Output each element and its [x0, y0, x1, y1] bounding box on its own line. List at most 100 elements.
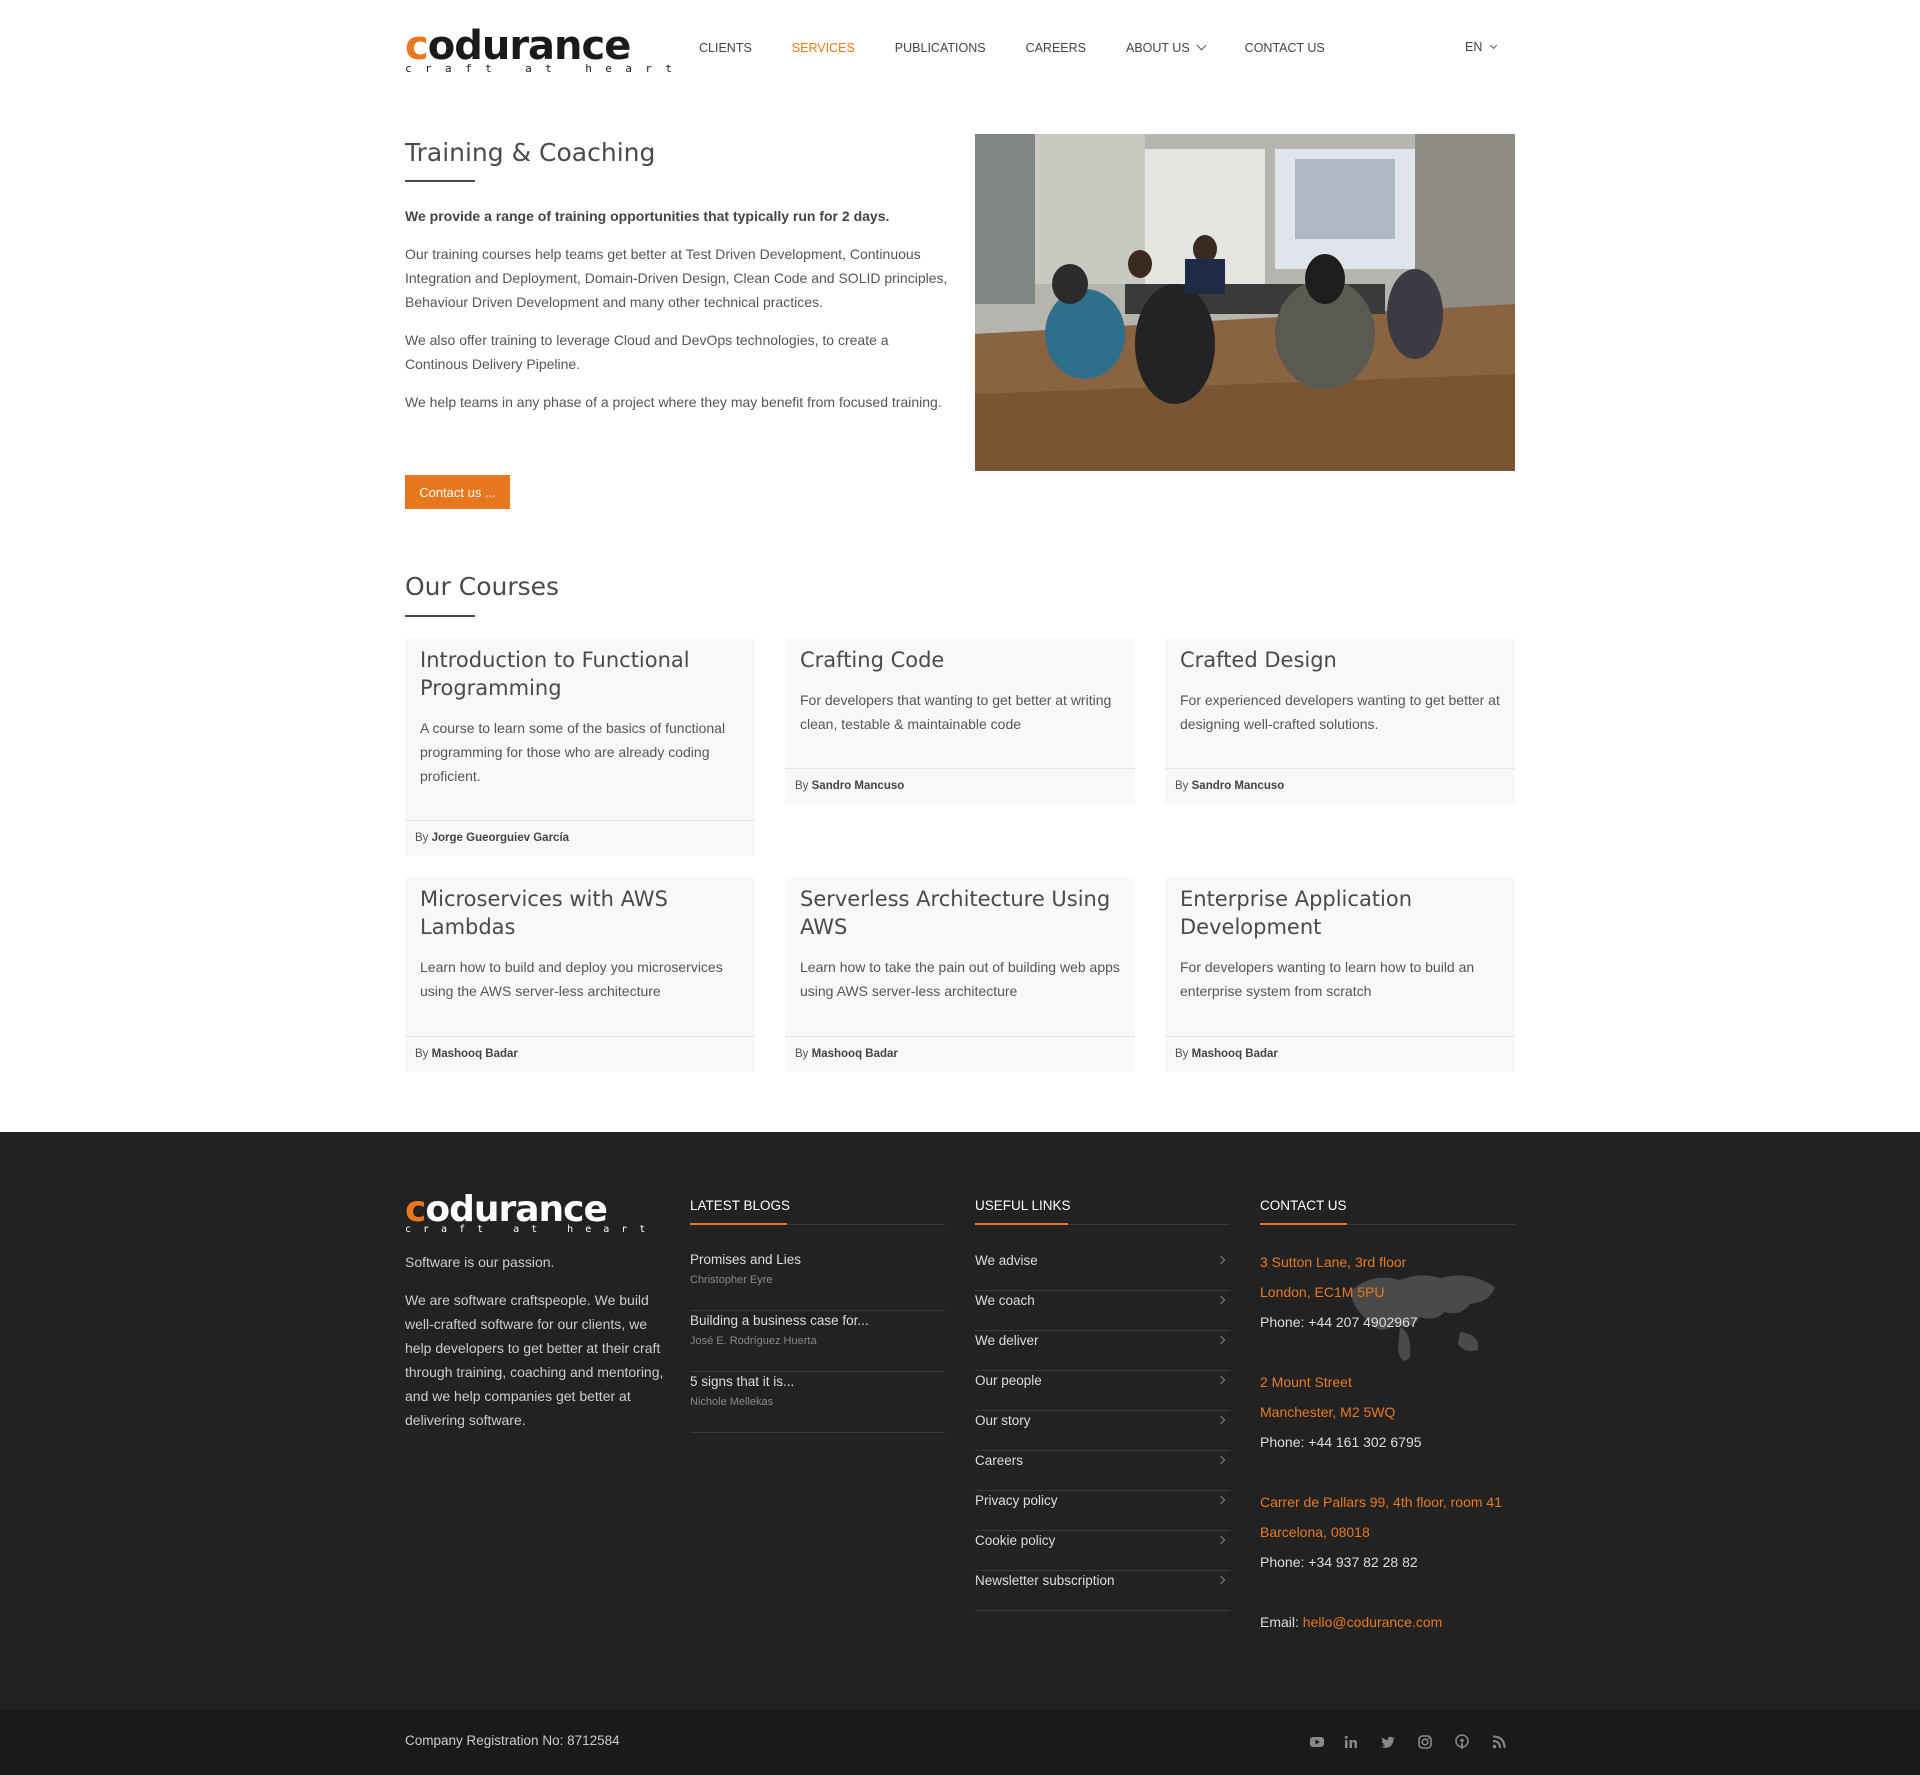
course-author: By Sandro Mancuso: [1165, 768, 1515, 804]
footer-link-privacy-policy[interactable]: Privacy policy: [975, 1491, 1230, 1531]
course-card[interactable]: Enterprise Application Development For d…: [1165, 877, 1515, 1072]
footer-link-newsletter[interactable]: Newsletter subscription: [975, 1571, 1230, 1611]
nav-clients[interactable]: CLIENTS: [699, 41, 752, 55]
footer-link-our-people[interactable]: Our people: [975, 1371, 1230, 1411]
nav-about-us[interactable]: ABOUT US: [1126, 40, 1207, 55]
course-title[interactable]: Crafting Code: [800, 646, 1120, 674]
company-registration: Company Registration No: 8712584: [405, 1733, 620, 1748]
course-card[interactable]: Serverless Architecture Using AWS Learn …: [785, 877, 1135, 1072]
chevron-right-icon: [1216, 1455, 1226, 1465]
nav-contact-us[interactable]: CONTACT US: [1245, 41, 1325, 55]
chevron-right-icon: [1216, 1535, 1226, 1545]
twitter-icon[interactable]: [1379, 1733, 1397, 1751]
nav-careers[interactable]: CAREERS: [1026, 41, 1086, 55]
chevron-right-icon: [1216, 1255, 1226, 1265]
useful-links-heading: USEFUL LINKS: [975, 1198, 1071, 1213]
chevron-right-icon: [1216, 1495, 1226, 1505]
course-description: Learn how to build and deploy you micros…: [420, 959, 723, 999]
office-address[interactable]: Carrer de Pallars 99, 4th floor, room 41: [1260, 1487, 1530, 1517]
main-nav: CLIENTS SERVICES PUBLICATIONS CAREERS AB…: [699, 40, 1365, 55]
language-selector[interactable]: EN: [1465, 40, 1498, 54]
course-title[interactable]: Microservices with AWS Lambdas: [420, 885, 740, 941]
chevron-right-icon: [1216, 1335, 1226, 1345]
email-link[interactable]: hello@codurance.com: [1303, 1614, 1443, 1630]
course-card[interactable]: Introduction to Functional Programming A…: [405, 638, 755, 856]
intro-lead: We provide a range of training opportuni…: [405, 208, 890, 224]
footer: [0, 1132, 1920, 1710]
office-address[interactable]: London, EC1M 5PU: [1260, 1277, 1530, 1307]
language-label: EN: [1465, 40, 1483, 54]
office-address[interactable]: Manchester, M2 5WQ: [1260, 1397, 1530, 1427]
logo-wordmark: codurance: [405, 1189, 608, 1230]
blog-title[interactable]: Building a business case for...: [690, 1311, 945, 1331]
blog-author: Nichole Mellekas: [690, 1396, 774, 1408]
chevron-down-icon: [1490, 41, 1498, 50]
course-author: By Jorge Gueorguiev García: [405, 820, 755, 856]
latest-blogs-heading: LATEST BLOGS: [690, 1198, 791, 1213]
course-title[interactable]: Introduction to Functional Programming: [420, 646, 740, 702]
email-label: Email:: [1260, 1614, 1299, 1630]
footer-tagline: Software is our passion.: [405, 1254, 555, 1270]
course-title[interactable]: Crafted Design: [1180, 646, 1500, 674]
chevron-right-icon: [1216, 1575, 1226, 1585]
chevron-right-icon: [1216, 1295, 1226, 1305]
office-address[interactable]: 2 Mount Street: [1260, 1367, 1530, 1397]
logo[interactable]: codurance craft at heart: [405, 23, 672, 75]
rss-icon[interactable]: [1490, 1733, 1508, 1751]
course-card[interactable]: Microservices with AWS Lambdas Learn how…: [405, 877, 755, 1072]
footer-link-cookie-policy[interactable]: Cookie policy: [975, 1531, 1230, 1571]
chevron-right-icon: [1216, 1415, 1226, 1425]
office-london: 3 Sutton Lane, 3rd floor London, EC1M 5P…: [1260, 1247, 1530, 1337]
title-underline: [405, 180, 475, 182]
course-card[interactable]: Crafted Design For experienced developer…: [1165, 638, 1515, 804]
blog-item[interactable]: Building a business case for... José E. …: [690, 1311, 945, 1372]
course-card[interactable]: Crafting Code For developers that wantin…: [785, 638, 1135, 804]
logo-wordmark: codurance: [405, 23, 631, 69]
office-address[interactable]: Barcelona, 08018: [1260, 1517, 1530, 1547]
youtube-icon[interactable]: [1308, 1733, 1326, 1751]
footer-about: Software is our passion. We are software…: [405, 1250, 665, 1446]
blog-item[interactable]: 5 signs that it is... Nichole Mellekas: [690, 1372, 945, 1433]
course-title[interactable]: Enterprise Application Development: [1180, 885, 1500, 941]
podcast-icon[interactable]: [1453, 1733, 1471, 1751]
footer-link-we-coach[interactable]: We coach: [975, 1291, 1230, 1331]
instagram-icon[interactable]: [1416, 1733, 1434, 1751]
blog-title[interactable]: Promises and Lies: [690, 1250, 945, 1270]
footer-link-we-advise[interactable]: We advise: [975, 1251, 1230, 1291]
contact-us-button[interactable]: Contact us ...: [405, 475, 510, 509]
linkedin-icon[interactable]: [1342, 1733, 1360, 1751]
intro-text: We provide a range of training opportuni…: [405, 204, 950, 428]
course-author: By Sandro Mancuso: [785, 768, 1135, 804]
contact-email: Email: hello@codurance.com: [1260, 1607, 1530, 1637]
footer-link-our-story[interactable]: Our story: [975, 1411, 1230, 1451]
page-title: Training & Coaching: [405, 138, 656, 167]
course-description: Learn how to take the pain out of buildi…: [800, 959, 1120, 999]
heading-accent: [975, 1223, 1068, 1225]
office-manchester: 2 Mount Street Manchester, M2 5WQ Phone:…: [1260, 1367, 1530, 1457]
course-description: For experienced developers wanting to ge…: [1180, 692, 1500, 732]
office-phone: Phone: +44 161 302 6795: [1260, 1434, 1422, 1450]
blog-item[interactable]: Promises and Lies Christopher Eyre: [690, 1250, 945, 1311]
blog-author: Christopher Eyre: [690, 1274, 773, 1286]
footer-about-text: We are software craftspeople. We build w…: [405, 1292, 664, 1428]
course-author: By Mashooq Badar: [785, 1036, 1135, 1072]
contact-heading: CONTACT US: [1260, 1198, 1347, 1213]
office-address[interactable]: 3 Sutton Lane, 3rd floor: [1260, 1247, 1530, 1277]
course-description: For developers that wanting to get bette…: [800, 692, 1112, 732]
footer-link-we-deliver[interactable]: We deliver: [975, 1331, 1230, 1371]
office-phone: Phone: +34 937 82 28 82: [1260, 1554, 1418, 1570]
courses-title: Our Courses: [405, 572, 560, 601]
nav-publications[interactable]: PUBLICATIONS: [895, 41, 986, 55]
intro-paragraph: Our training courses help teams get bett…: [405, 246, 948, 310]
office-phone: Phone: +44 207 4902967: [1260, 1314, 1418, 1330]
course-title[interactable]: Serverless Architecture Using AWS: [800, 885, 1120, 941]
office-barcelona: Carrer de Pallars 99, 4th floor, room 41…: [1260, 1487, 1530, 1577]
heading-accent: [1260, 1223, 1347, 1225]
course-author: By Mashooq Badar: [405, 1036, 755, 1072]
nav-services[interactable]: SERVICES: [792, 41, 855, 55]
course-description: For developers wanting to learn how to b…: [1180, 959, 1475, 999]
footer-logo[interactable]: codurance craft at heart: [405, 1189, 645, 1236]
footer-link-careers[interactable]: Careers: [975, 1451, 1230, 1491]
blog-title[interactable]: 5 signs that it is...: [690, 1372, 945, 1392]
blog-author: José E. Rodríguez Huerta: [690, 1335, 817, 1347]
